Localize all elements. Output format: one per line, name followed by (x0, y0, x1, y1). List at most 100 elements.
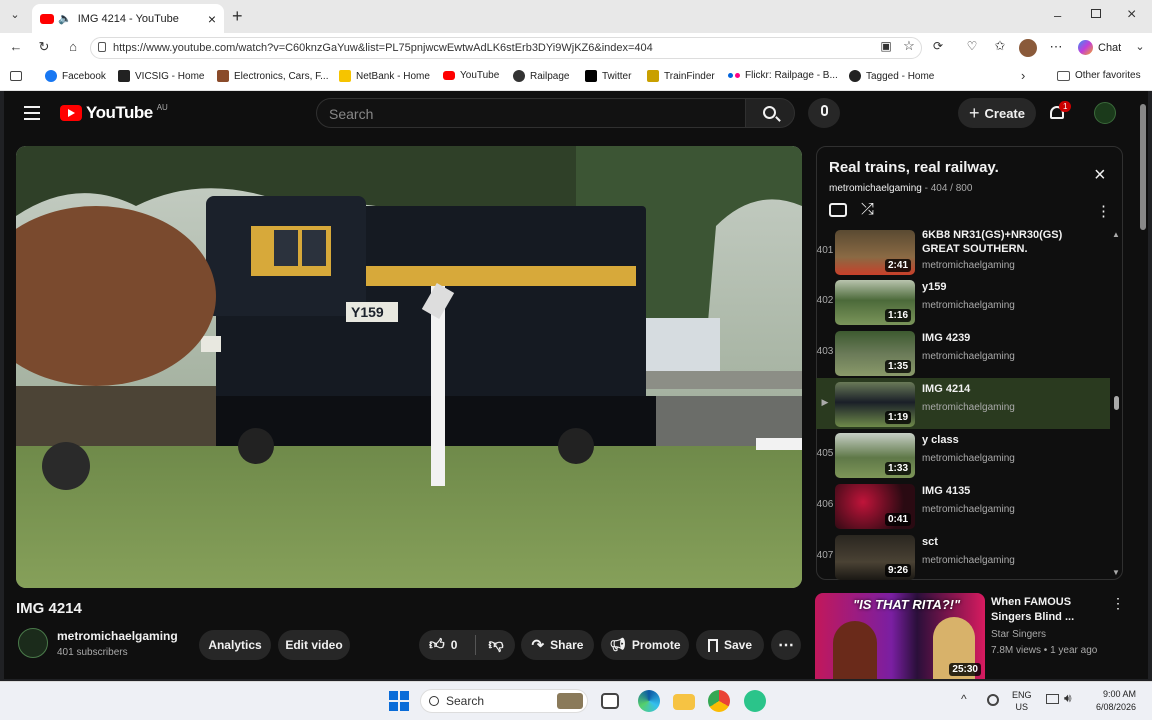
favorite-tagged[interactable]: Tagged - Home (849, 70, 934, 82)
notifications-bell-icon[interactable]: 1 (1048, 101, 1072, 123)
favorite-flickr[interactable]: Flickr: Railpage - B... (728, 70, 838, 81)
close-playlist-icon[interactable]: × (1094, 164, 1106, 187)
volume-icon[interactable]: 🔊︎ (1064, 691, 1072, 706)
recommended-title: When FAMOUS Singers Blind ... (991, 596, 1075, 623)
loop-icon[interactable] (829, 203, 847, 217)
item-thumbnail: 2:41 (835, 230, 915, 275)
restore-button[interactable] (1091, 9, 1101, 18)
favorite-label: Twitter (602, 70, 632, 82)
youtube-icon (443, 71, 455, 80)
playlist-position: - 404 / 800 (924, 183, 973, 194)
copilot-chat-button[interactable]: Chat (1078, 40, 1121, 55)
page-scrollbar[interactable] (1140, 104, 1146, 230)
show-hidden-icons-chevron-icon[interactable]: ^ (961, 692, 967, 706)
favorites-overflow-chevron-icon[interactable]: › (1021, 68, 1025, 83)
recommended-channel[interactable]: Star Singers (991, 629, 1046, 640)
network-status-icon[interactable] (987, 694, 999, 706)
refresh-button[interactable]: ↻ (34, 39, 54, 55)
address-bar[interactable]: https://www.youtube.com/watch?v=C60knzGa… (90, 37, 922, 59)
favorite-facebook[interactable]: Facebook (45, 70, 106, 82)
playlist-item[interactable]: 407 9:26 sct metromichaelgaming (816, 535, 1112, 583)
chevron-down-icon[interactable]: ⌄ (1130, 40, 1150, 53)
task-view-icon[interactable] (601, 693, 619, 709)
search-button[interactable] (745, 98, 795, 128)
playlist-owner[interactable]: metromichaelgaming (829, 183, 922, 194)
video-player[interactable]: Y159 (16, 146, 802, 588)
other-favorites[interactable]: Other favorites (1057, 70, 1141, 81)
minimize-button[interactable]: – (1054, 8, 1061, 23)
hamburger-menu-icon[interactable] (24, 106, 40, 120)
extensions-icon[interactable]: ⟳ (928, 39, 948, 53)
chrome-icon[interactable] (708, 690, 730, 712)
promote-button[interactable]: 📢︎ Promote (601, 630, 689, 660)
back-button[interactable]: ← (6, 39, 26, 54)
playlist-item[interactable]: 402 1:16 y159 metromichaelgaming (816, 280, 1112, 328)
monitor-icon[interactable] (1046, 694, 1059, 704)
edge-browser-icon[interactable] (638, 690, 660, 712)
analytics-button[interactable]: Analytics (199, 630, 271, 660)
scroll-down-arrow-icon[interactable]: ▼ (1112, 568, 1120, 577)
favorite-trainfinder[interactable]: TrainFinder (647, 70, 715, 82)
channel-logo[interactable] (18, 628, 48, 658)
favorite-vicsig[interactable]: VICSIG - Home (118, 70, 204, 82)
playlist-item[interactable]: 403 1:35 IMG 4239 metromichaelgaming (816, 331, 1112, 379)
playlist-scrollbar-thumb[interactable] (1114, 396, 1119, 410)
favorite-youtube[interactable]: YouTube (443, 70, 499, 81)
clock-date: 6/08/2026 (1095, 702, 1136, 712)
clock[interactable]: 9:00 AM 6/08/2026 (1088, 688, 1136, 714)
recommended-video[interactable]: "IS THAT RITA?!" 25:30 When FAMOUS Singe… (815, 593, 1135, 679)
playlist-item[interactable]: 405 1:33 y class metromichaelgaming (816, 433, 1112, 481)
railpage-icon (513, 70, 525, 82)
search-highlight-icon (557, 693, 583, 709)
voice-search-button[interactable] (808, 98, 840, 128)
audio-playing-icon[interactable]: 🔈 (58, 12, 72, 25)
singer-left-figure (833, 621, 877, 679)
favorite-netbank[interactable]: NetBank - Home (339, 70, 430, 82)
item-duration: 1:16 (884, 309, 911, 322)
close-tab-icon[interactable]: × (208, 11, 216, 27)
taskbar-search[interactable]: Search (420, 689, 588, 713)
youtube-logo[interactable]: YouTube AU (60, 103, 168, 123)
scroll-up-arrow-icon[interactable]: ▲ (1112, 230, 1120, 239)
tab-list-button[interactable]: ⌄ (6, 8, 24, 26)
app-icon[interactable] (744, 690, 766, 712)
search-input[interactable]: Search (316, 98, 746, 128)
collections-icon[interactable]: ✩ (990, 38, 1010, 54)
browser-tab[interactable]: 🔈 IMG 4214 - YouTube × (32, 4, 224, 33)
favorite-star-icon[interactable]: ☆ (899, 38, 919, 54)
shuffle-icon[interactable]: ⤮ (861, 201, 874, 219)
new-tab-button[interactable]: + (232, 6, 243, 27)
playlist-item[interactable]: 401 2:41 6KB8 NR31(GS)+NR30(GS) GREAT SO… (816, 229, 1112, 278)
like-button[interactable]: 👍︎ 0 👎︎ (419, 630, 515, 660)
thumbs-down-icon[interactable]: 👎︎ (488, 636, 503, 654)
playlist-title[interactable]: Real trains, real railway. (829, 159, 999, 176)
profile-avatar[interactable] (1019, 39, 1037, 57)
channel-name[interactable]: metromichaelgaming (57, 629, 178, 643)
video-frame: Y159 (16, 146, 802, 588)
more-actions-button[interactable]: ⋯ (771, 630, 801, 660)
language-indicator[interactable]: ENG US (1012, 689, 1032, 713)
playlist-item[interactable]: 406 0:41 IMG 4135 metromichaelgaming (816, 484, 1112, 532)
create-button[interactable]: + Create (958, 98, 1036, 128)
favorite-railpage[interactable]: Railpage (513, 70, 569, 82)
item-duration: 1:19 (884, 411, 911, 424)
browser-essentials-icon[interactable]: ♡ (962, 39, 982, 53)
favorite-twitter[interactable]: Twitter (585, 70, 631, 82)
more-menu-icon[interactable]: ⋯ (1046, 39, 1066, 55)
channel-avatar[interactable] (1094, 102, 1116, 124)
split-screen-icon[interactable]: ▣ (876, 39, 896, 53)
save-button[interactable]: Save (696, 630, 764, 660)
home-button[interactable]: ⌂ (63, 39, 83, 54)
item-title: y159 (922, 281, 947, 293)
playlist-menu-icon[interactable]: ⋮ (1096, 202, 1111, 220)
save-label: Save (723, 638, 753, 652)
recommended-menu-icon[interactable]: ⋮ (1111, 595, 1125, 612)
edit-video-button[interactable]: Edit video (278, 630, 350, 660)
favorites-bar-toggle-icon[interactable] (10, 71, 22, 81)
share-button[interactable]: ↷ Share (521, 630, 594, 660)
file-explorer-icon[interactable] (673, 694, 695, 710)
playlist-item-current[interactable]: ▶ 1:19 IMG 4214 metromichaelgaming (816, 382, 1112, 430)
close-window-button[interactable]: × (1127, 6, 1136, 24)
favorite-ebay[interactable]: Electronics, Cars, F... (217, 70, 328, 82)
start-button[interactable] (389, 691, 409, 711)
